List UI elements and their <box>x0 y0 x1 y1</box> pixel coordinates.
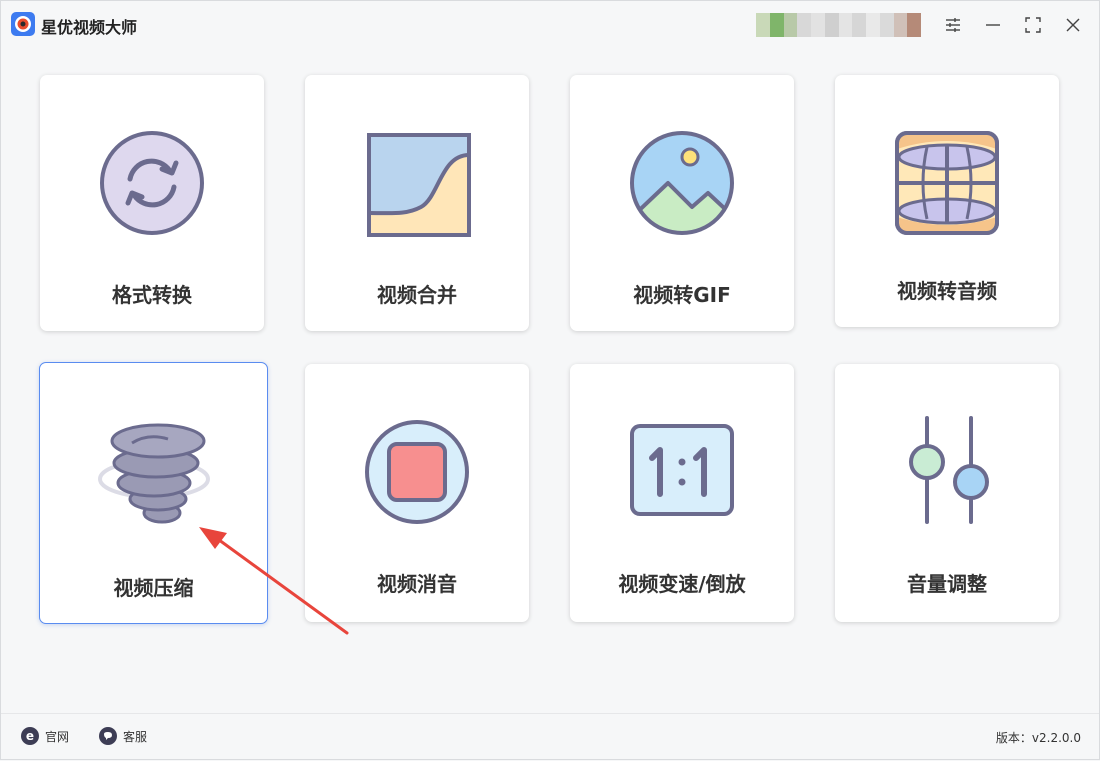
tile-video-merge[interactable]: 视频合并 <box>305 75 529 331</box>
tile-video-mute[interactable]: 视频消音 <box>305 364 529 622</box>
status-bar: e 官网 客服 版本：v2.2.0.0 <box>1 713 1099 760</box>
tile-video-to-gif[interactable]: 视频转GIF <box>570 75 794 331</box>
tornado-compress-icon <box>98 423 210 524</box>
audio-globe-icon <box>895 131 999 235</box>
app-title: 星优视频大师 <box>41 18 138 37</box>
ratio-1-1-icon <box>630 424 734 516</box>
tile-label: 格式转换 <box>112 283 192 307</box>
minimize-button[interactable] <box>981 13 1005 37</box>
support-link[interactable]: 客服 <box>99 727 147 745</box>
support-label: 客服 <box>123 729 148 744</box>
stop-mute-icon <box>365 420 469 524</box>
chat-bubble-icon <box>99 727 117 745</box>
app-window: 星优视频大师 格式转换 视频合并 视频转GIF 视频转音频 视频压缩 视频消音 … <box>0 0 1100 760</box>
svg-text:e: e <box>26 729 34 743</box>
title-bar: 星优视频大师 <box>1 1 1099 47</box>
tile-video-speed-reverse[interactable]: 视频变速/倒放 <box>570 364 794 622</box>
settings-sliders-icon <box>946 18 960 32</box>
fullscreen-icon <box>1025 17 1041 33</box>
minimize-icon <box>986 24 1000 26</box>
convert-icon <box>100 131 204 235</box>
tile-label: 视频转音频 <box>897 279 997 303</box>
app-logo-icon <box>11 12 35 36</box>
tile-label: 视频压缩 <box>113 576 194 600</box>
tile-volume-adjust[interactable]: 音量调整 <box>835 364 1059 622</box>
browser-e-icon: e <box>21 727 39 745</box>
tile-video-compress[interactable]: 视频压缩 <box>39 362 268 624</box>
gif-image-icon <box>630 131 734 235</box>
tile-label: 视频转GIF <box>633 283 731 307</box>
close-button[interactable] <box>1061 13 1085 37</box>
version-text: 版本：v2.2.0.0 <box>995 731 1081 745</box>
website-label: 官网 <box>45 729 70 744</box>
tile-video-to-audio[interactable]: 视频转音频 <box>835 75 1059 327</box>
tile-format-convert[interactable]: 格式转换 <box>40 75 264 331</box>
merge-icon <box>367 133 471 237</box>
tile-label: 视频变速/倒放 <box>618 572 746 596</box>
website-link[interactable]: e 官网 <box>21 727 69 745</box>
close-icon <box>1066 18 1080 32</box>
user-account-blurred[interactable] <box>756 13 921 37</box>
tile-label: 音量调整 <box>907 572 987 596</box>
tile-label: 视频合并 <box>377 283 457 307</box>
sliders-icon <box>909 416 989 524</box>
settings-button[interactable] <box>941 13 965 37</box>
tile-label: 视频消音 <box>377 572 457 596</box>
maximize-button[interactable] <box>1021 13 1045 37</box>
